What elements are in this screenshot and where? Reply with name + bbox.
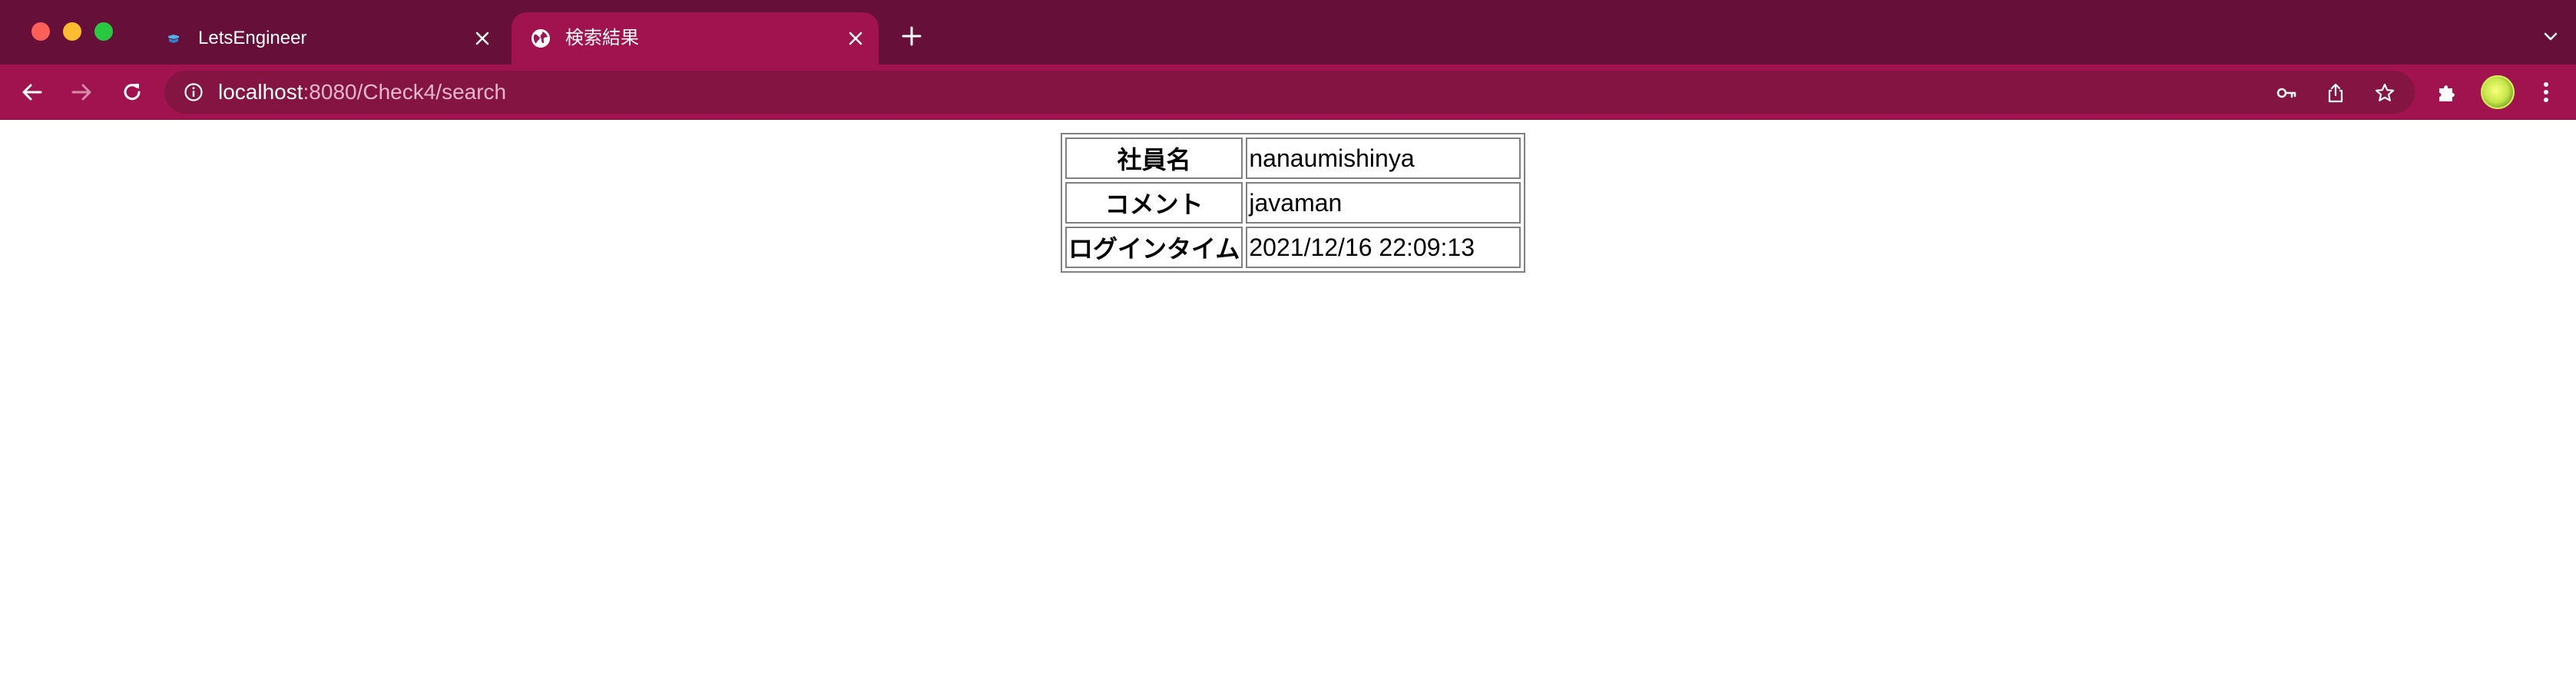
page-content: 社員名 nanaumishinya コメント javaman ログインタイム 2… <box>0 120 2576 676</box>
url-host: localhost <box>218 80 303 104</box>
info-icon[interactable] <box>183 81 204 103</box>
chevron-down-icon[interactable] <box>2539 25 2562 48</box>
kebab-menu-icon[interactable] <box>2535 80 2558 104</box>
comment-value: javaman <box>1246 182 1521 224</box>
minimize-window-button[interactable] <box>63 22 81 41</box>
search-result-table: 社員名 nanaumishinya コメント javaman ログインタイム 2… <box>1061 133 1526 273</box>
tab-letsengineer[interactable]: LetsEngineer <box>144 12 505 65</box>
key-icon[interactable] <box>2275 81 2298 104</box>
close-window-button[interactable] <box>31 22 50 41</box>
browser-window: LetsEngineer 検索結果 localhost:8080/Check4/… <box>0 0 2576 676</box>
tab-search-results[interactable]: 検索結果 <box>512 12 879 65</box>
back-arrow-icon[interactable] <box>18 78 46 106</box>
letsengineer-favicon-icon <box>163 28 184 49</box>
tab-title: 検索結果 <box>565 28 639 48</box>
extensions-puzzle-icon[interactable] <box>2435 80 2459 104</box>
comment-label: コメント <box>1065 182 1243 224</box>
url-text[interactable]: localhost:8080/Check4/search <box>218 80 506 104</box>
employee-name-label: 社員名 <box>1065 138 1243 179</box>
reload-icon[interactable] <box>118 78 146 106</box>
forward-arrow-icon[interactable] <box>68 78 95 106</box>
employee-name-value: nanaumishinya <box>1246 138 1521 179</box>
close-tab-icon[interactable] <box>843 26 868 51</box>
share-icon[interactable] <box>2324 81 2347 104</box>
table-row: ログインタイム 2021/12/16 22:09:13 <box>1065 227 1521 268</box>
close-tab-icon[interactable] <box>470 26 495 51</box>
profile-avatar[interactable] <box>2481 75 2515 109</box>
tab-bar: LetsEngineer 検索結果 <box>0 0 2576 65</box>
table-row: コメント javaman <box>1065 182 1521 224</box>
address-bar[interactable]: localhost:8080/Check4/search <box>164 71 2415 114</box>
url-path: :8080/Check4/search <box>303 80 507 104</box>
bookmark-star-icon[interactable] <box>2373 81 2396 104</box>
browser-toolbar: localhost:8080/Check4/search <box>0 65 2576 120</box>
login-time-label: ログインタイム <box>1065 227 1243 268</box>
tab-title: LetsEngineer <box>198 28 307 48</box>
new-tab-plus-icon[interactable] <box>899 23 925 49</box>
table-row: 社員名 nanaumishinya <box>1065 138 1521 179</box>
login-time-value: 2021/12/16 22:09:13 <box>1246 227 1521 268</box>
maximize-window-button[interactable] <box>94 22 113 41</box>
globe-icon <box>530 28 551 49</box>
